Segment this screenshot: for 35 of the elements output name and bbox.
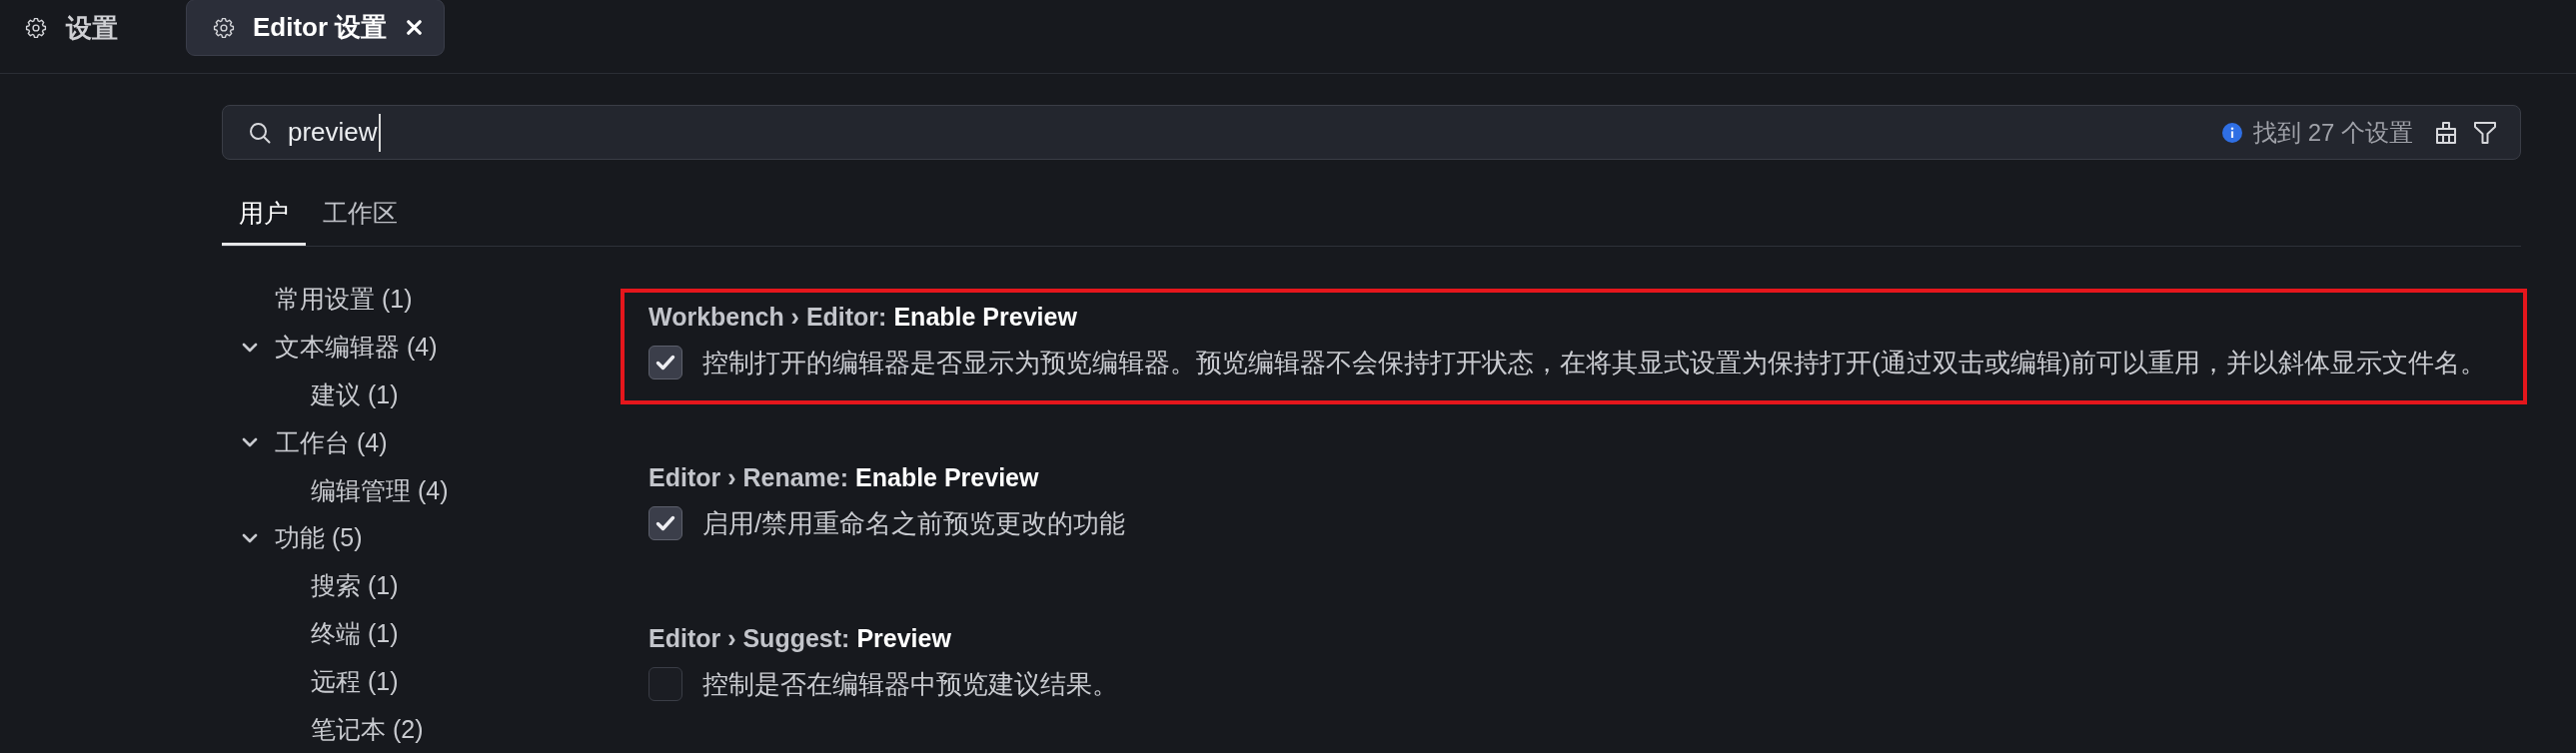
scope-tab[interactable]: 工作区	[306, 182, 415, 246]
tree-item[interactable]: 编辑管理 (4)	[311, 473, 449, 507]
check-icon	[655, 355, 675, 371]
checkbox[interactable]	[648, 667, 682, 701]
search-icon	[249, 121, 271, 144]
editor-tab[interactable]: Editor 设置	[186, 0, 446, 56]
info-icon	[2221, 122, 2242, 143]
editor-tab[interactable]: 设置	[0, 0, 142, 56]
gear-icon	[25, 17, 47, 39]
text-cursor-icon	[378, 113, 381, 152]
check-icon	[655, 515, 675, 531]
search-field[interactable]: preview 找到 27 个设置	[222, 105, 2521, 160]
gear-icon	[213, 16, 235, 39]
tree-item[interactable]: 终端 (1)	[311, 616, 399, 650]
setting-title: Workbench › Editor: Enable Preview	[648, 302, 1077, 333]
tree-item[interactable]: 搜索 (1)	[311, 569, 399, 603]
tree-item[interactable]: 文本编辑器 (4)	[275, 331, 438, 365]
setting-description: 控制打开的编辑器是否显示为预览编辑器。预览编辑器不会保持打开状态，在将其显式设置为保持打开(通过双击或编辑)前可以重用，并以斜体显示文件名。	[702, 347, 2487, 379]
tree-item[interactable]: 笔记本 (2)	[311, 712, 424, 746]
filter-icon[interactable]	[2473, 120, 2497, 145]
tree-item[interactable]: 建议 (1)	[311, 378, 399, 411]
tree-item[interactable]: 常用设置 (1)	[275, 283, 413, 317]
setting-title: Editor › Rename: Enable Preview	[648, 462, 1039, 493]
tree-item[interactable]: 远程 (1)	[311, 664, 399, 698]
setting-description: 启用/禁用重命名之前预览更改的功能	[702, 507, 1126, 540]
setting-title: Editor › Suggest: Preview	[648, 623, 951, 654]
close-icon[interactable]	[407, 20, 423, 35]
result-count: 找到 27 个设置	[2252, 117, 2413, 148]
tree-item[interactable]: 功能 (5)	[275, 521, 363, 555]
scope-tab[interactable]: 用户	[222, 182, 306, 246]
brush-icon[interactable]	[2434, 120, 2458, 145]
checkbox[interactable]	[648, 506, 682, 540]
tree-item[interactable]: 工作台 (4)	[275, 425, 388, 459]
checkbox[interactable]	[648, 346, 682, 379]
setting-description: 控制是否在编辑器中预览建议结果。	[702, 668, 1118, 701]
